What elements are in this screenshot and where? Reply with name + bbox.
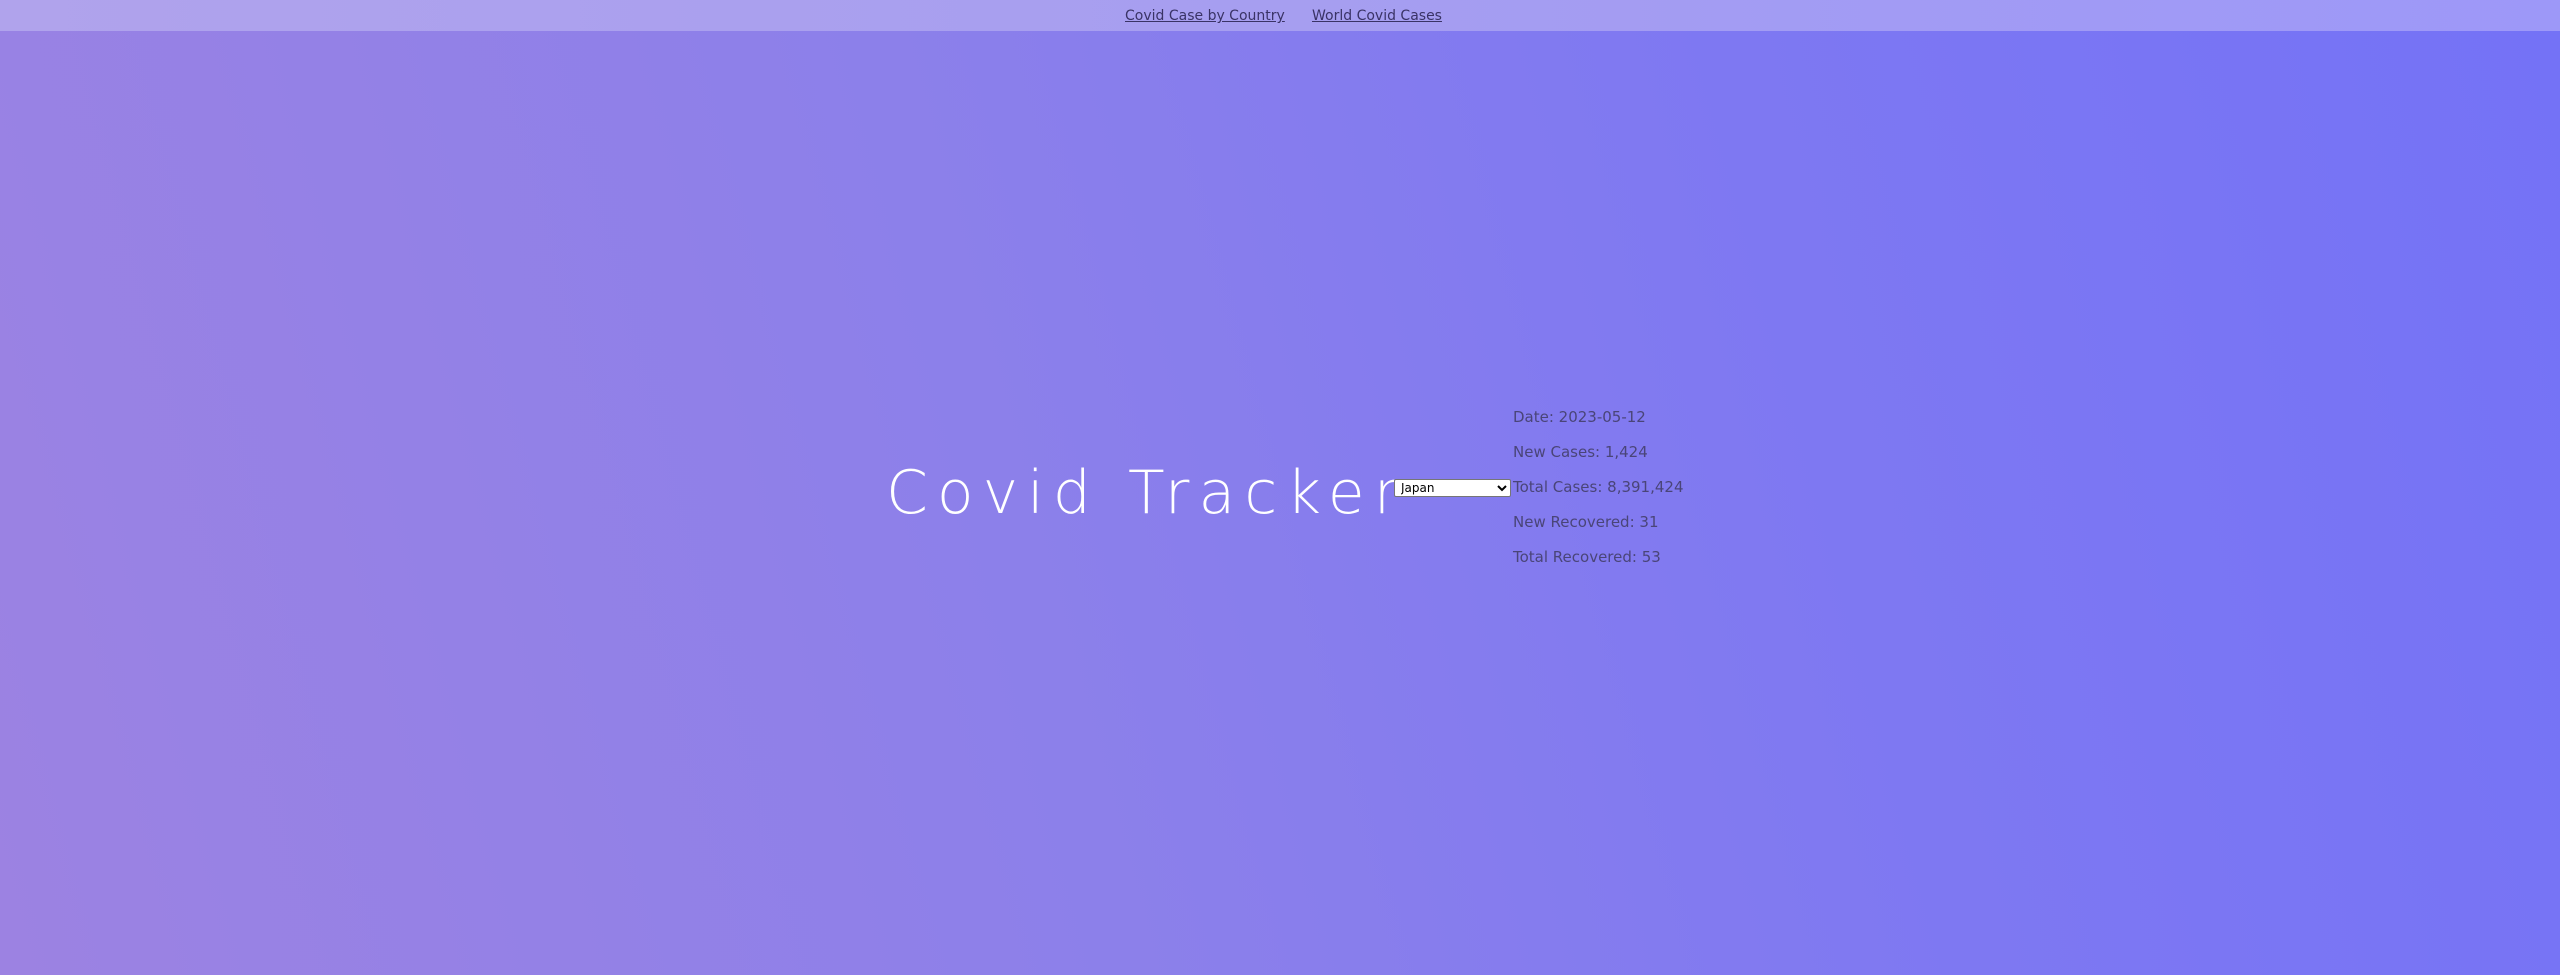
stat-new-recovered: New Recovered: 31 xyxy=(1513,513,1659,531)
top-nav-bar: Covid Case by Country World Covid Cases xyxy=(0,0,2560,31)
stats-panel: Date: 2023-05-12 New Cases: 1,424 Total … xyxy=(1513,407,1684,582)
stat-date: Date: 2023-05-12 xyxy=(1513,408,1646,426)
nav-link-world-covid-cases[interactable]: World Covid Cases xyxy=(1312,8,1442,24)
stat-total-cases: Total Cases: 8,391,424 xyxy=(1513,478,1684,496)
stat-new-cases: New Cases: 1,424 xyxy=(1513,443,1648,461)
stat-total-recovered: Total Recovered: 53 xyxy=(1513,548,1661,566)
nav-link-covid-case-by-country[interactable]: Covid Case by Country xyxy=(1125,8,1285,24)
page-title: Covid Tracker xyxy=(886,458,1408,528)
country-select[interactable]: Japan xyxy=(1394,479,1511,497)
